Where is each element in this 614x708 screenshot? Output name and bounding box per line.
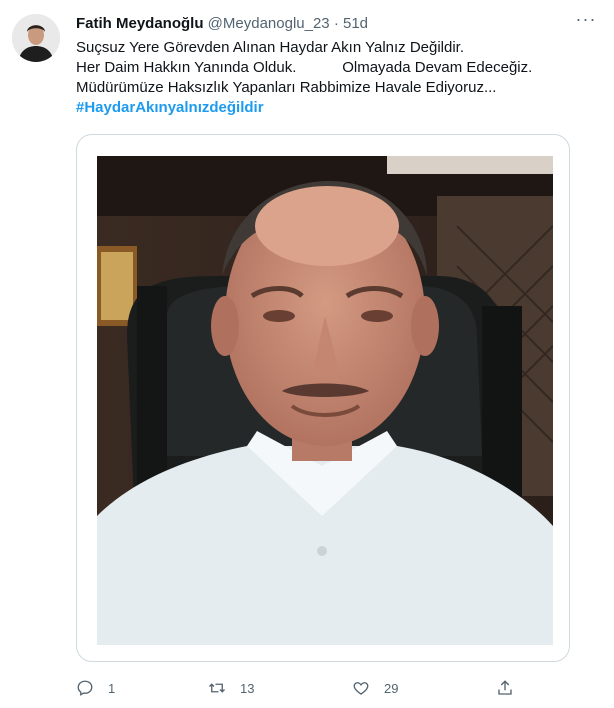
more-options-button[interactable]: ··· (574, 9, 598, 32)
retweet-icon (209, 683, 225, 693)
reply-button[interactable]: 1 (76, 676, 115, 700)
retweet-count: 13 (240, 680, 255, 696)
attached-photo[interactable] (97, 156, 553, 645)
retweet-button[interactable]: 13 (208, 676, 254, 700)
like-count: 29 (384, 680, 399, 696)
media-card[interactable] (76, 134, 570, 662)
reply-icon (77, 680, 93, 696)
tweet-text: Suçsuz Yere Görevden Alınan Haydar Akın … (76, 38, 596, 118)
ellipsis-icon: ··· (575, 9, 597, 29)
tweet[interactable]: Fatih Meydanoğlu @Meydanoglu_23 · 51d ··… (0, 0, 614, 708)
share-icon (498, 680, 512, 695)
reply-count: 1 (108, 680, 116, 696)
author-handle[interactable]: @Meydanoglu_23 (208, 15, 330, 32)
tweet-line: Müdürümüze Haksızlık Yapanları Rabbimize… (76, 79, 497, 96)
like-icon (353, 682, 369, 695)
tweet-line: Suçsuz Yere Görevden Alınan Haydar Akın … (76, 39, 465, 56)
author-name[interactable]: Fatih Meydanoğlu (76, 15, 204, 32)
avatar-photo (12, 14, 60, 62)
tweet-line: Her Daim Hakkın Yanında Olduk. Olmayada … (76, 59, 533, 76)
hashtag-link[interactable]: #HaydarAkınyalnızdeğildir (76, 98, 596, 118)
share-button[interactable] (496, 676, 514, 700)
like-button[interactable]: 29 (352, 676, 398, 700)
separator-dot: · (333, 15, 339, 32)
avatar[interactable] (12, 14, 60, 62)
action-bar: 1 13 29 (76, 676, 536, 700)
tweet-timestamp[interactable]: 51d (343, 15, 368, 32)
portrait-photo (97, 156, 553, 645)
tweet-header: Fatih Meydanoğlu @Meydanoglu_23 · 51d (76, 14, 594, 34)
